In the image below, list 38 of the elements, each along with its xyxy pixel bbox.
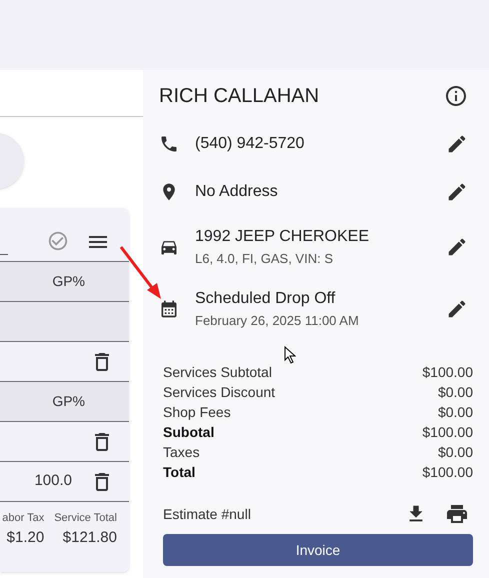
phone-icon — [159, 134, 179, 154]
footer-label: abor Tax — [2, 511, 44, 526]
table-cell-text: 100.0 — [34, 471, 72, 492]
total-value: $0.00 — [438, 442, 473, 462]
detail-subtitle: February 26, 2025 11:00 AM — [195, 312, 360, 330]
footer-label: Service Total — [54, 511, 117, 526]
total-label: Shop Fees — [163, 402, 231, 422]
total-label: Services Discount — [163, 382, 276, 402]
detail-title: Scheduled Drop Off — [195, 289, 336, 310]
footer-value: $121.80 — [62, 528, 117, 548]
total-value: $0.00 — [438, 402, 473, 422]
edit-icon[interactable] — [446, 236, 468, 258]
calendar-icon — [159, 299, 179, 319]
total-label: Subotal — [163, 422, 214, 442]
detail-title: (540) 942-5720 — [195, 134, 306, 154]
total-value: $100.00 — [422, 362, 473, 382]
edit-icon[interactable] — [446, 133, 468, 155]
invoice-button[interactable]: Invoice — [163, 534, 473, 566]
customer-name: RICH CALLAHAN — [159, 84, 320, 109]
edit-icon[interactable] — [446, 298, 468, 320]
estimate-number: Estimate #null — [163, 504, 252, 524]
pointer-arrow-icon — [119, 245, 163, 301]
edit-icon[interactable] — [446, 181, 468, 203]
print-icon[interactable] — [445, 502, 469, 526]
total-value: $0.00 — [438, 382, 473, 402]
detail-subtitle: L6, 4.0, FI, GAS, VIN: S — [195, 250, 334, 268]
mouse-cursor-icon — [284, 346, 296, 364]
total-label: Total — [163, 462, 196, 482]
total-label: Services Subtotal — [163, 362, 272, 382]
footer-value: $1.20 — [6, 528, 44, 548]
total-label: Taxes — [163, 442, 200, 462]
total-value: $100.00 — [422, 462, 473, 482]
total-value: $100.00 — [422, 422, 473, 442]
column-header: GP% — [52, 392, 85, 411]
column-header: GP% — [52, 272, 85, 291]
info-icon[interactable] — [444, 84, 468, 108]
detail-title: No Address — [195, 182, 279, 202]
detail-title: 1992 JEEP CHEROKEE — [195, 227, 370, 248]
